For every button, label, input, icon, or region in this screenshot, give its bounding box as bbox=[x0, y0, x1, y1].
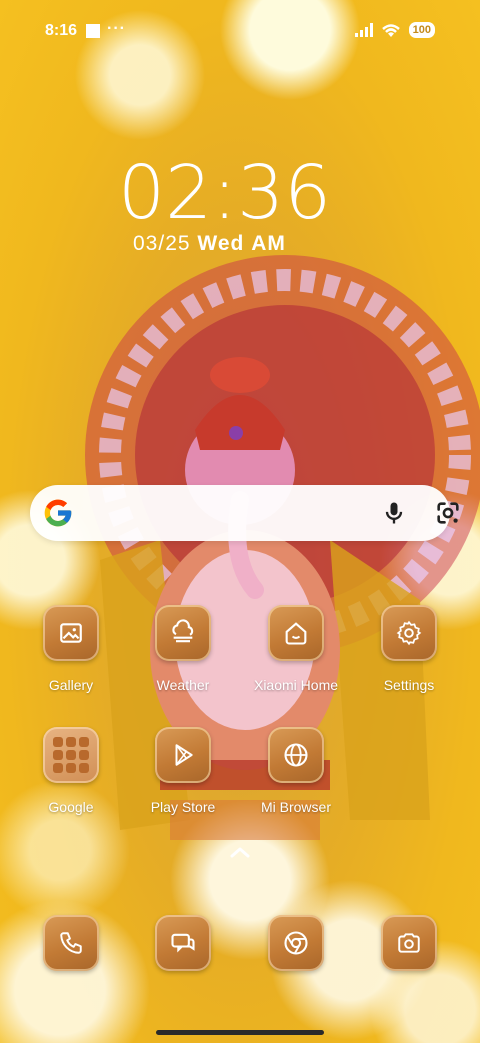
app-label: Settings bbox=[383, 677, 435, 693]
voice-search-icon[interactable] bbox=[380, 499, 408, 527]
date-value: 03/25 bbox=[133, 232, 191, 255]
more-notifications-icon: ··· bbox=[107, 20, 126, 37]
status-time: 8:16 bbox=[45, 22, 78, 39]
app-label: Weather bbox=[156, 677, 210, 693]
google-search-bar[interactable] bbox=[30, 485, 459, 541]
weather-icon bbox=[172, 619, 194, 643]
play-store-tile bbox=[155, 727, 211, 783]
weather-tile bbox=[155, 605, 211, 661]
notification-icon bbox=[86, 24, 100, 38]
google-logo-icon bbox=[44, 499, 72, 527]
dock-chrome[interactable] bbox=[241, 915, 351, 971]
google-folder-tile bbox=[43, 727, 99, 783]
weekday: Wed bbox=[197, 232, 245, 255]
camera-icon bbox=[398, 933, 420, 953]
battery-indicator: 100 bbox=[408, 22, 435, 38]
google-lens-icon[interactable] bbox=[434, 499, 462, 527]
status-bar: 8:16 ··· 100 bbox=[45, 20, 435, 44]
settings-icon bbox=[396, 620, 422, 646]
chrome-tile bbox=[268, 915, 324, 971]
messages-tile bbox=[155, 915, 211, 971]
app-settings[interactable]: Settings bbox=[354, 605, 464, 693]
clock-date[interactable]: 03/25 Wed AM bbox=[133, 232, 286, 256]
app-xiaomi-home[interactable]: Xiaomi Home bbox=[241, 605, 351, 693]
xiaomi-home-tile bbox=[268, 605, 324, 661]
phone-tile bbox=[43, 915, 99, 971]
home-indicator[interactable] bbox=[156, 1030, 324, 1035]
dock-messages[interactable] bbox=[128, 915, 238, 971]
app-label: Gallery bbox=[48, 677, 94, 693]
dock-camera[interactable] bbox=[354, 915, 464, 971]
settings-tile bbox=[381, 605, 437, 661]
signal-icon bbox=[354, 23, 373, 37]
app-weather[interactable]: Weather bbox=[128, 605, 238, 693]
gallery-icon bbox=[60, 623, 82, 643]
app-label: Xiaomi Home bbox=[253, 677, 339, 693]
mi-browser-icon bbox=[284, 743, 308, 767]
xiaomi-home-icon bbox=[285, 622, 307, 645]
play-store-icon bbox=[175, 744, 193, 766]
chrome-icon bbox=[284, 931, 308, 955]
mi-browser-tile bbox=[268, 727, 324, 783]
app-label: Mi Browser bbox=[260, 799, 331, 815]
app-play-store[interactable]: Play Store bbox=[128, 727, 238, 815]
app-label: Play Store bbox=[150, 799, 216, 815]
app-label: Google bbox=[48, 799, 94, 815]
dock-phone[interactable] bbox=[16, 915, 126, 971]
wifi-icon bbox=[381, 23, 400, 37]
am-pm: AM bbox=[251, 232, 286, 255]
app-mi-browser[interactable]: Mi Browser bbox=[241, 727, 351, 815]
phone-icon bbox=[60, 932, 82, 954]
folder-google[interactable]: Google bbox=[16, 727, 126, 815]
messages-icon bbox=[171, 933, 195, 953]
clock-time[interactable]: 02:36 bbox=[118, 150, 331, 236]
app-gallery[interactable]: Gallery bbox=[16, 605, 126, 693]
google-folder-icon bbox=[53, 737, 89, 773]
app-drawer-chevron-icon[interactable] bbox=[229, 845, 251, 859]
camera-tile bbox=[381, 915, 437, 971]
gallery-tile bbox=[43, 605, 99, 661]
